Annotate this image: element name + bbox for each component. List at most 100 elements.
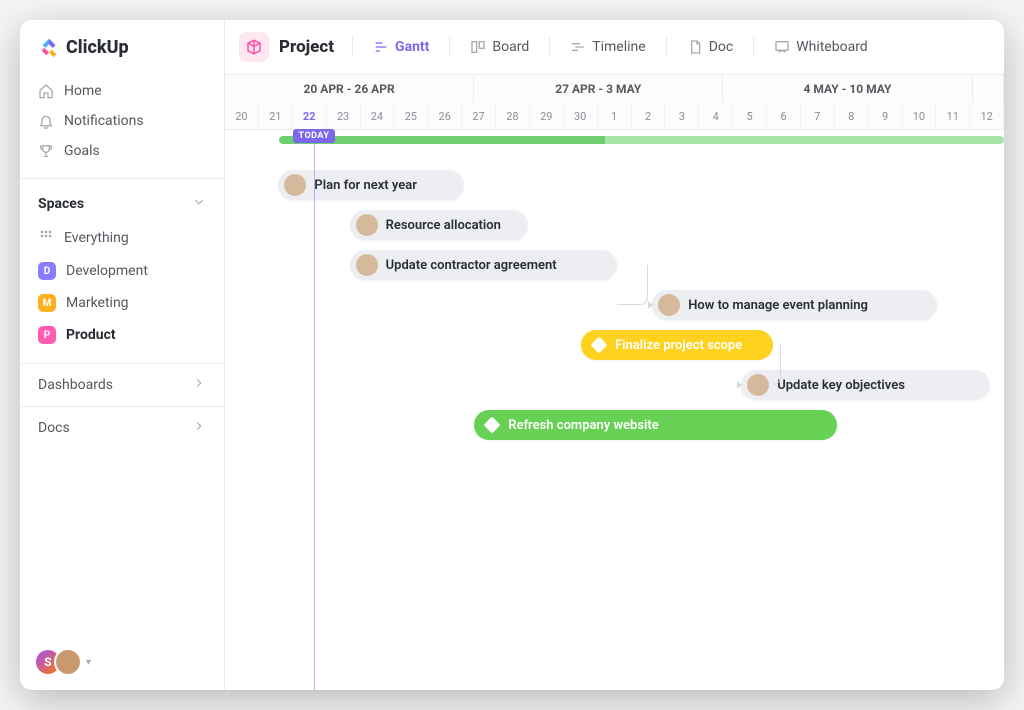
view-tab-timeline[interactable]: Timeline bbox=[560, 33, 655, 61]
view-tab-board[interactable]: Board bbox=[460, 33, 539, 61]
separator bbox=[549, 37, 550, 57]
day-cell[interactable]: 7 bbox=[801, 103, 835, 129]
space-development[interactable]: D Development bbox=[28, 255, 216, 287]
overall-progress-bar bbox=[279, 136, 1004, 144]
day-cell[interactable]: 28 bbox=[496, 103, 530, 129]
task-label: Plan for next year bbox=[314, 178, 417, 193]
dependency-arrow-icon bbox=[737, 381, 742, 389]
task-manage-event-planning[interactable]: How to manage event planning bbox=[652, 290, 937, 320]
assignee-avatar bbox=[658, 294, 680, 316]
task-finalize-scope[interactable]: Finalize project scope bbox=[581, 330, 773, 360]
space-marketing[interactable]: M Marketing bbox=[28, 287, 216, 319]
gantt-chart[interactable]: Plan for next year Resource allocation Upd… bbox=[225, 130, 1004, 690]
view-tab-label: Whiteboard bbox=[796, 39, 868, 55]
view-tab-label: Doc bbox=[709, 39, 734, 55]
week-cell: 27 APR - 3 MAY bbox=[474, 75, 723, 103]
trophy-icon bbox=[38, 143, 54, 159]
space-badge: M bbox=[38, 294, 56, 312]
day-cell[interactable]: 23 bbox=[327, 103, 361, 129]
day-cell[interactable]: 24 bbox=[361, 103, 395, 129]
space-badge: D bbox=[38, 262, 56, 280]
view-tab-gantt[interactable]: Gantt bbox=[363, 33, 439, 61]
diamond-icon bbox=[591, 337, 608, 354]
view-tab-doc[interactable]: Doc bbox=[677, 33, 744, 61]
caret-down-icon: ▾ bbox=[86, 657, 91, 668]
bell-icon bbox=[38, 113, 54, 129]
logo-text: ClickUp bbox=[66, 37, 129, 58]
day-cell[interactable]: 26 bbox=[428, 103, 462, 129]
nav-goals[interactable]: Goals bbox=[28, 136, 216, 166]
day-cell[interactable]: 21 bbox=[259, 103, 293, 129]
chevron-right-icon bbox=[192, 419, 206, 437]
space-label: Development bbox=[66, 263, 148, 279]
nav-label: Notifications bbox=[64, 113, 144, 129]
main-content: Project Gantt Board Timeline Doc bbox=[225, 20, 1004, 690]
day-cell[interactable]: 20 bbox=[225, 103, 259, 129]
separator bbox=[753, 37, 754, 57]
project-title: Project bbox=[279, 37, 334, 57]
day-cell[interactable]: 6 bbox=[767, 103, 801, 129]
task-refresh-website[interactable]: Refresh company website bbox=[474, 410, 837, 440]
day-cell[interactable]: 10 bbox=[903, 103, 937, 129]
task-resource-allocation[interactable]: Resource allocation bbox=[350, 210, 528, 240]
assignee-avatar bbox=[356, 214, 378, 236]
day-cell[interactable]: 12 bbox=[970, 103, 1004, 129]
nav-notifications[interactable]: Notifications bbox=[28, 106, 216, 136]
gantt-icon bbox=[373, 39, 389, 55]
day-cell[interactable]: 9 bbox=[869, 103, 903, 129]
separator bbox=[352, 37, 353, 57]
today-badge-wrap: TODAY bbox=[294, 129, 334, 143]
chevron-down-icon bbox=[192, 195, 206, 213]
nav-home[interactable]: Home bbox=[28, 76, 216, 106]
day-cell[interactable]: 22 bbox=[293, 103, 327, 129]
view-bar: Project Gantt Board Timeline Doc bbox=[225, 20, 1004, 75]
task-label: How to manage event planning bbox=[688, 298, 868, 313]
day-cell[interactable]: 4 bbox=[699, 103, 733, 129]
nav-dashboards[interactable]: Dashboards bbox=[20, 363, 224, 406]
app-window: ClickUp Home Notifications Goals Spaces bbox=[20, 20, 1004, 690]
day-cell[interactable]: 30 bbox=[564, 103, 598, 129]
day-cell[interactable]: 2 bbox=[632, 103, 666, 129]
dependency-line bbox=[773, 345, 781, 385]
day-cell[interactable]: 27 bbox=[462, 103, 496, 129]
sidebar: ClickUp Home Notifications Goals Spaces bbox=[20, 20, 225, 690]
day-cell[interactable]: 11 bbox=[936, 103, 970, 129]
view-tab-whiteboard[interactable]: Whiteboard bbox=[764, 33, 878, 61]
spaces-header[interactable]: Spaces bbox=[20, 178, 224, 221]
space-label: Everything bbox=[64, 230, 129, 246]
today-badge: TODAY bbox=[293, 129, 336, 143]
day-cell[interactable]: 3 bbox=[665, 103, 699, 129]
task-label: Update key objectives bbox=[777, 378, 905, 393]
avatar[interactable] bbox=[54, 648, 82, 676]
separator bbox=[666, 37, 667, 57]
logo[interactable]: ClickUp bbox=[20, 20, 224, 76]
space-product[interactable]: P Product bbox=[28, 319, 216, 351]
day-cell[interactable]: 25 bbox=[394, 103, 428, 129]
chevron-right-icon bbox=[192, 376, 206, 394]
day-cell[interactable]: 5 bbox=[733, 103, 767, 129]
timeline-header: 20 APR - 26 APR27 APR - 3 MAY4 MAY - 10 … bbox=[225, 75, 1004, 130]
view-tab-label: Gantt bbox=[395, 39, 429, 55]
separator bbox=[449, 37, 450, 57]
assignee-avatar bbox=[747, 374, 769, 396]
day-cell[interactable]: 1 bbox=[598, 103, 632, 129]
nav-label: Goals bbox=[64, 143, 100, 159]
project-icon[interactable] bbox=[239, 32, 269, 62]
diamond-icon bbox=[484, 417, 501, 434]
week-row: 20 APR - 26 APR27 APR - 3 MAY4 MAY - 10 … bbox=[225, 75, 1004, 103]
week-cell: 4 MAY - 10 MAY bbox=[723, 75, 972, 103]
task-update-contractor[interactable]: Update contractor agreement bbox=[350, 250, 617, 280]
space-badge: P bbox=[38, 326, 56, 344]
task-plan-next-year[interactable]: Plan for next year bbox=[278, 170, 463, 200]
day-row: 2021222324252627282930123456789101112 bbox=[225, 103, 1004, 129]
nav-docs[interactable]: Docs bbox=[20, 406, 224, 449]
day-cell[interactable]: 8 bbox=[835, 103, 869, 129]
assignee-avatar bbox=[284, 174, 306, 196]
footer-avatars[interactable]: S ▾ bbox=[20, 634, 224, 690]
primary-nav: Home Notifications Goals bbox=[20, 76, 224, 166]
board-icon bbox=[470, 39, 486, 55]
doc-icon bbox=[687, 39, 703, 55]
dependency-line bbox=[617, 265, 649, 305]
day-cell[interactable]: 29 bbox=[530, 103, 564, 129]
space-everything[interactable]: Everything bbox=[28, 221, 216, 255]
